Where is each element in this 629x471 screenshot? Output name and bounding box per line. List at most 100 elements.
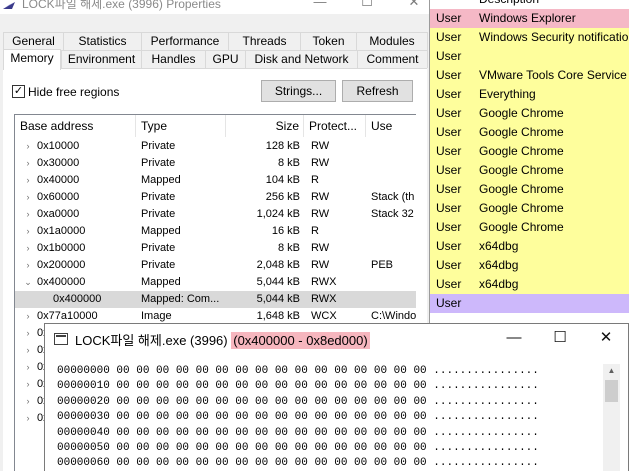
process-row[interactable]: User Windows Security notification <box>430 28 629 47</box>
process-description: VMware Tools Core Service <box>479 68 627 82</box>
chevron-down-icon[interactable]: ⌄ <box>23 274 33 291</box>
process-row[interactable]: User Google Chrome <box>430 161 629 180</box>
chevron-right-icon[interactable]: › <box>23 138 33 155</box>
type-cell: Mapped: Com... <box>141 293 220 305</box>
viewer-maximize-button[interactable]: ☐ <box>538 327 582 349</box>
tab-performance[interactable]: Performance <box>141 32 228 50</box>
refresh-button[interactable]: Refresh <box>342 80 413 102</box>
chevron-right-icon[interactable]: › <box>23 325 33 342</box>
process-row[interactable]: User <box>430 294 629 313</box>
scrollbar-thumb[interactable] <box>605 380 618 402</box>
process-user: User <box>436 277 462 291</box>
app-icon <box>3 2 15 9</box>
process-row[interactable]: User Google Chrome <box>430 218 629 237</box>
size-cell: 1,024 kB <box>256 208 300 220</box>
process-row[interactable]: User Google Chrome <box>430 199 629 218</box>
use-cell: PEB <box>371 259 394 271</box>
tab-modules[interactable]: Modules <box>356 32 428 50</box>
process-user: User <box>436 106 462 120</box>
chevron-right-icon[interactable]: › <box>23 308 33 325</box>
process-row[interactable]: User x64dbg <box>430 237 629 256</box>
column-header-protection[interactable]: Protect... <box>304 115 366 137</box>
close-button[interactable]: ✕ <box>399 0 429 14</box>
process-row[interactable]: User Windows Explorer <box>430 9 629 28</box>
viewer-title-text: LOCK파일 해제.exe (3996) <box>75 333 228 348</box>
hex-line: 00000050 00 00 00 00 00 00 00 00 00 00 0… <box>57 441 539 454</box>
tab-comment[interactable]: Comment <box>357 50 428 68</box>
tab-threads[interactable]: Threads <box>228 32 300 50</box>
tab-environment[interactable]: Environment <box>61 50 141 68</box>
base-address-cell: 0x30000 <box>37 157 80 169</box>
column-header-base-address[interactable]: Base address <box>15 115 136 137</box>
chevron-right-icon[interactable]: › <box>23 240 33 257</box>
process-list-background: Description User Windows Explorer User Windo… <box>430 0 629 320</box>
base-address-cell: 0x1a0000 <box>37 225 86 237</box>
use-cell: Stack (th <box>371 191 415 203</box>
chevron-right-icon[interactable]: › <box>23 376 33 393</box>
protection-cell: RW <box>311 208 330 220</box>
column-header-use[interactable]: Use <box>366 115 416 137</box>
process-user: User <box>436 220 462 234</box>
viewer-close-button[interactable]: ✕ <box>584 327 628 349</box>
viewer-minimize-button[interactable]: — <box>492 327 536 349</box>
chevron-right-icon[interactable]: › <box>23 155 33 172</box>
table-row[interactable]: › 0xa0000 Private 1,024 kB RW Stack 32 <box>15 206 416 223</box>
process-user: User <box>436 258 462 272</box>
size-cell: 128 kB <box>265 140 300 152</box>
chevron-right-icon[interactable]: › <box>23 342 33 359</box>
strings-button[interactable]: Strings... <box>261 80 336 102</box>
checkbox-checked-icon[interactable]: ✓ <box>12 85 25 98</box>
process-row[interactable]: User Google Chrome <box>430 123 629 142</box>
type-cell: Private <box>141 259 176 271</box>
memory-viewer-window: LOCK파일 해제.exe (3996) (0x400000 - 0x8ed00… <box>44 323 629 471</box>
maximize-button[interactable]: ☐ <box>352 0 382 14</box>
process-user: User <box>436 68 462 82</box>
chevron-right-icon[interactable]: › <box>23 393 33 410</box>
table-row[interactable]: › 0x30000 Private 8 kB RW <box>15 155 416 172</box>
protection-cell: RW <box>311 157 330 169</box>
process-row[interactable]: User Google Chrome <box>430 142 629 161</box>
size-cell: 16 kB <box>271 225 300 237</box>
table-row[interactable]: 0x400000 Mapped: Com... 5,044 kB RWX <box>15 291 416 308</box>
tab-disk-and-network[interactable]: Disk and Network <box>245 50 357 68</box>
hex-line: 00000030 00 00 00 00 00 00 00 00 00 00 0… <box>57 411 539 424</box>
process-row[interactable]: User <box>430 47 629 66</box>
process-row[interactable]: User x64dbg <box>430 275 629 294</box>
table-row[interactable]: › 0x1b0000 Private 8 kB RW <box>15 240 416 257</box>
process-row[interactable]: User x64dbg <box>430 256 629 275</box>
hex-dump[interactable]: 00000000 00 00 00 00 00 00 00 00 00 00 0… <box>57 364 602 471</box>
chevron-right-icon[interactable]: › <box>23 410 33 427</box>
vertical-scrollbar[interactable]: ▲ <box>603 364 620 471</box>
column-header-size[interactable]: Size <box>226 115 304 137</box>
table-row[interactable]: › 0x1a0000 Mapped 16 kB R <box>15 223 416 240</box>
tab-gpu[interactable]: GPU <box>205 50 245 68</box>
process-user: User <box>436 11 462 25</box>
chevron-right-icon[interactable]: › <box>23 206 33 223</box>
table-row[interactable]: › 0x60000 Private 256 kB RW Stack (th <box>15 189 416 206</box>
chevron-right-icon[interactable]: › <box>23 223 33 240</box>
scroll-up-icon[interactable]: ▲ <box>603 364 620 378</box>
tab-memory[interactable]: Memory <box>3 49 61 70</box>
process-row[interactable]: User Google Chrome <box>430 104 629 123</box>
process-description: Google Chrome <box>479 106 564 120</box>
process-row[interactable]: Description <box>430 0 629 9</box>
process-row[interactable]: User VMware Tools Core Service <box>430 66 629 85</box>
properties-titlebar[interactable]: LOCK파일 해제.exe (3996) Properties — ☐ ✕ <box>0 0 429 14</box>
process-row[interactable]: User Everything <box>430 85 629 104</box>
tab-statistics[interactable]: Statistics <box>63 32 141 50</box>
tab-general[interactable]: General <box>3 32 63 50</box>
table-row[interactable]: ⌄ 0x400000 Mapped 5,044 kB RWX <box>15 274 416 291</box>
chevron-right-icon[interactable]: › <box>23 257 33 274</box>
column-header-type[interactable]: Type <box>136 115 226 137</box>
tab-handles[interactable]: Handles <box>141 50 205 68</box>
chevron-right-icon[interactable]: › <box>23 189 33 206</box>
table-row[interactable]: › 0x10000 Private 128 kB RW <box>15 138 416 155</box>
table-row[interactable]: › 0x200000 Private 2,048 kB RW PEB <box>15 257 416 274</box>
type-cell: Mapped <box>141 174 181 186</box>
process-row[interactable]: User Google Chrome <box>430 180 629 199</box>
chevron-right-icon[interactable]: › <box>23 172 33 189</box>
tab-token[interactable]: Token <box>300 32 356 50</box>
chevron-right-icon[interactable]: › <box>23 359 33 376</box>
table-row[interactable]: › 0x40000 Mapped 104 kB R <box>15 172 416 189</box>
minimize-button[interactable]: — <box>305 0 335 14</box>
